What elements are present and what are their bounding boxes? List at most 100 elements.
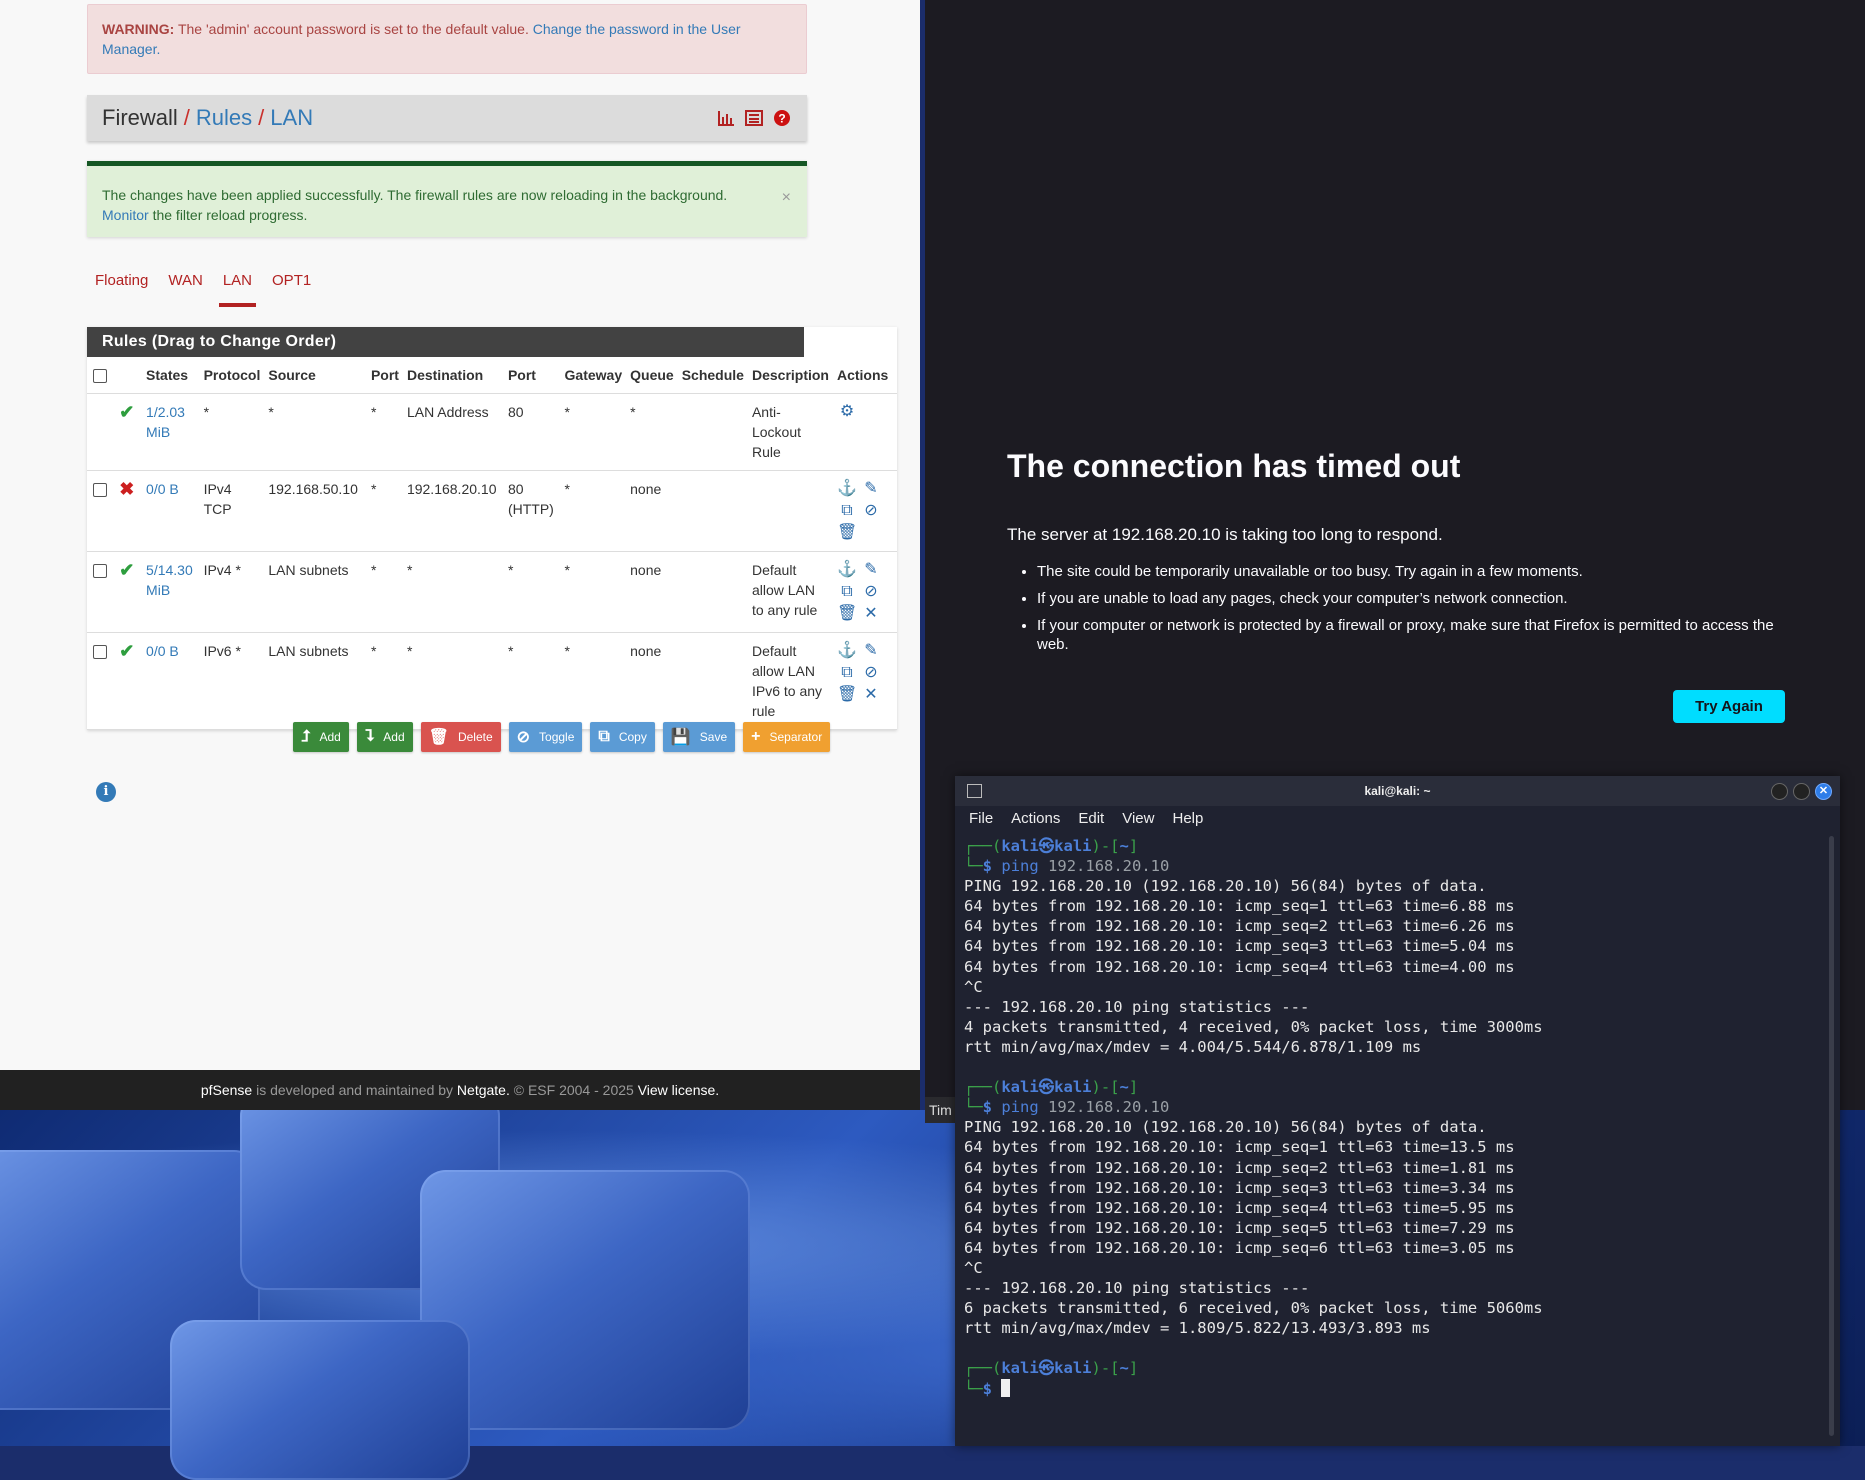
tab-opt1[interactable]: OPT1 bbox=[264, 268, 319, 293]
col-source[interactable]: Source bbox=[264, 357, 367, 394]
disable-icon[interactable]: ⊘ bbox=[861, 663, 881, 683]
trash-icon[interactable]: 🗑 bbox=[837, 685, 857, 705]
col-queue[interactable]: Queue bbox=[626, 357, 678, 394]
svg-text:?: ? bbox=[778, 112, 785, 126]
delete-button[interactable]: 🗑 Delete bbox=[420, 722, 501, 752]
rule-description: Default allow LAN to any rule bbox=[747, 551, 833, 633]
terminal-scrollbar[interactable] bbox=[1829, 836, 1834, 1436]
info-icon[interactable]: i bbox=[96, 782, 116, 802]
terminal-output[interactable]: ┌──(kali㉿kali)-[~] └─$ ping 192.168.20.1… bbox=[955, 832, 1840, 1403]
rule-source: LAN subnets bbox=[264, 632, 367, 730]
anchor-icon[interactable]: ⚓ bbox=[837, 479, 857, 499]
bar-chart-icon[interactable] bbox=[717, 107, 735, 126]
rule-description: Anti-Lockout Rule bbox=[747, 393, 833, 471]
select-all-checkbox[interactable] bbox=[87, 357, 116, 394]
help-icon[interactable]: ? bbox=[773, 107, 791, 126]
states-link[interactable]: 0/0 B bbox=[142, 632, 200, 730]
copy-icon[interactable]: ⧉ bbox=[837, 663, 857, 683]
tab-floating[interactable]: Floating bbox=[87, 268, 156, 293]
close-button[interactable]: ✕ bbox=[1815, 783, 1832, 800]
states-link[interactable]: 1/2.03 MiB bbox=[142, 393, 200, 471]
col-schedule[interactable]: Schedule bbox=[677, 357, 748, 394]
edit-icon[interactable]: ✎ bbox=[861, 560, 881, 580]
admin-password-warning: WARNING: The 'admin' account password is… bbox=[87, 4, 807, 74]
anchor-icon[interactable]: ⚓ bbox=[837, 641, 857, 661]
add-top-label: Add bbox=[319, 730, 341, 744]
list-icon[interactable] bbox=[745, 107, 763, 126]
gear-icon[interactable]: ⚙ bbox=[837, 402, 857, 422]
separator-button[interactable]: + Separator bbox=[743, 722, 831, 752]
output-line: rtt min/avg/max/mdev = 1.809/5.822/13.49… bbox=[964, 1319, 1431, 1338]
edit-icon[interactable]: ✎ bbox=[861, 479, 881, 499]
col-gateway[interactable]: Gateway bbox=[560, 357, 627, 394]
row-checkbox[interactable] bbox=[93, 645, 107, 660]
suggestion-item: If your computer or network is protected… bbox=[1037, 616, 1807, 654]
col-description[interactable]: Description bbox=[747, 357, 833, 394]
rule-source-port: * bbox=[366, 393, 403, 471]
monitor-link[interactable]: Monitor bbox=[102, 207, 149, 223]
copy-button[interactable]: ⧉ Copy bbox=[590, 722, 655, 752]
col-protocol[interactable]: Protocol bbox=[199, 357, 265, 394]
minimize-button[interactable] bbox=[1771, 783, 1788, 800]
maximize-button[interactable] bbox=[1793, 783, 1810, 800]
terminal-window: kali@kali: ~ ✕ File Actions Edit View He… bbox=[955, 776, 1840, 1446]
output-line: ^C bbox=[964, 1258, 983, 1277]
footer-company-link[interactable]: Netgate. bbox=[457, 1082, 510, 1098]
delete-x-icon[interactable]: ✕ bbox=[861, 604, 881, 624]
footer-license-link[interactable]: View license. bbox=[638, 1082, 719, 1098]
menu-view[interactable]: View bbox=[1122, 806, 1154, 832]
trash-icon: 🗑 bbox=[428, 729, 449, 746]
save-button[interactable]: 💾 Save bbox=[662, 722, 736, 752]
col-dest-port[interactable]: Port bbox=[503, 357, 561, 394]
breadcrumb-rules[interactable]: Rules bbox=[196, 105, 252, 131]
col-states[interactable]: States bbox=[142, 357, 200, 394]
disable-icon[interactable]: ⊘ bbox=[861, 501, 881, 521]
tab-wan[interactable]: WAN bbox=[160, 268, 210, 293]
menu-help[interactable]: Help bbox=[1172, 806, 1203, 832]
rule-source: LAN subnets bbox=[264, 551, 367, 633]
page-title: Firewall / Rules / LAN ? bbox=[87, 95, 807, 141]
row-checkbox[interactable] bbox=[93, 483, 107, 498]
copy-icon[interactable]: ⧉ bbox=[837, 582, 857, 602]
col-destination[interactable]: Destination bbox=[402, 357, 504, 394]
output-line: 64 bytes from 192.168.20.10: icmp_seq=2 … bbox=[964, 1158, 1515, 1177]
try-again-button[interactable]: Try Again bbox=[1673, 690, 1785, 723]
browser-tab-fragment[interactable]: Tim bbox=[925, 1097, 959, 1123]
states-link[interactable]: 5/14.30 MiB bbox=[142, 551, 200, 633]
rule-source-port: * bbox=[366, 632, 403, 730]
menu-edit[interactable]: Edit bbox=[1078, 806, 1104, 832]
trash-icon[interactable]: 🗑 bbox=[837, 523, 857, 543]
prompt-dir: ~ bbox=[1119, 837, 1129, 855]
anchor-icon[interactable]: ⚓ bbox=[837, 560, 857, 580]
footer-brand[interactable]: pfSense bbox=[201, 1082, 252, 1098]
states-link[interactable]: 0/0 B bbox=[142, 470, 200, 552]
output-line: 64 bytes from 192.168.20.10: icmp_seq=1 … bbox=[964, 1138, 1515, 1157]
table-row[interactable]: ✔ 5/14.30 MiB IPv4 * LAN subnets * * * *… bbox=[87, 551, 897, 633]
close-icon[interactable]: × bbox=[782, 188, 791, 208]
row-checkbox[interactable] bbox=[93, 564, 107, 579]
toggle-button[interactable]: ⊘ Toggle bbox=[508, 722, 583, 752]
table-row[interactable]: ✖ 0/0 B IPv4 TCP 192.168.50.10 * 192.168… bbox=[87, 470, 897, 552]
table-header-row: States Protocol Source Port Destination … bbox=[87, 357, 897, 394]
menu-actions[interactable]: Actions bbox=[1011, 806, 1060, 832]
wallpaper-cube bbox=[170, 1320, 470, 1480]
breadcrumb-lan[interactable]: LAN bbox=[270, 105, 313, 131]
table-row[interactable]: ✔ 0/0 B IPv6 * LAN subnets * * * * none … bbox=[87, 632, 897, 730]
rule-schedule bbox=[677, 470, 748, 552]
suggestion-item: If you are unable to load any pages, che… bbox=[1037, 589, 1807, 608]
rule-queue: * bbox=[626, 393, 678, 471]
table-row[interactable]: ✔ 1/2.03 MiB * * * LAN Address 80 * * An… bbox=[87, 393, 897, 471]
disable-icon[interactable]: ⊘ bbox=[861, 582, 881, 602]
delete-x-icon[interactable]: ✕ bbox=[861, 685, 881, 705]
rule-source: 192.168.50.10 bbox=[264, 470, 367, 552]
add-top-button[interactable]: ⮥ Add bbox=[293, 722, 349, 752]
rule-schedule bbox=[677, 393, 748, 471]
tab-lan[interactable]: LAN bbox=[215, 268, 260, 307]
menu-file[interactable]: File bbox=[969, 806, 993, 832]
trash-icon[interactable]: 🗑 bbox=[837, 604, 857, 624]
add-bottom-button[interactable]: ⮧ Add bbox=[356, 722, 413, 752]
col-source-port[interactable]: Port bbox=[366, 357, 403, 394]
copy-icon[interactable]: ⧉ bbox=[837, 501, 857, 521]
edit-icon[interactable]: ✎ bbox=[861, 641, 881, 661]
error-suggestions: The site could be temporarily unavailabl… bbox=[1007, 562, 1807, 662]
